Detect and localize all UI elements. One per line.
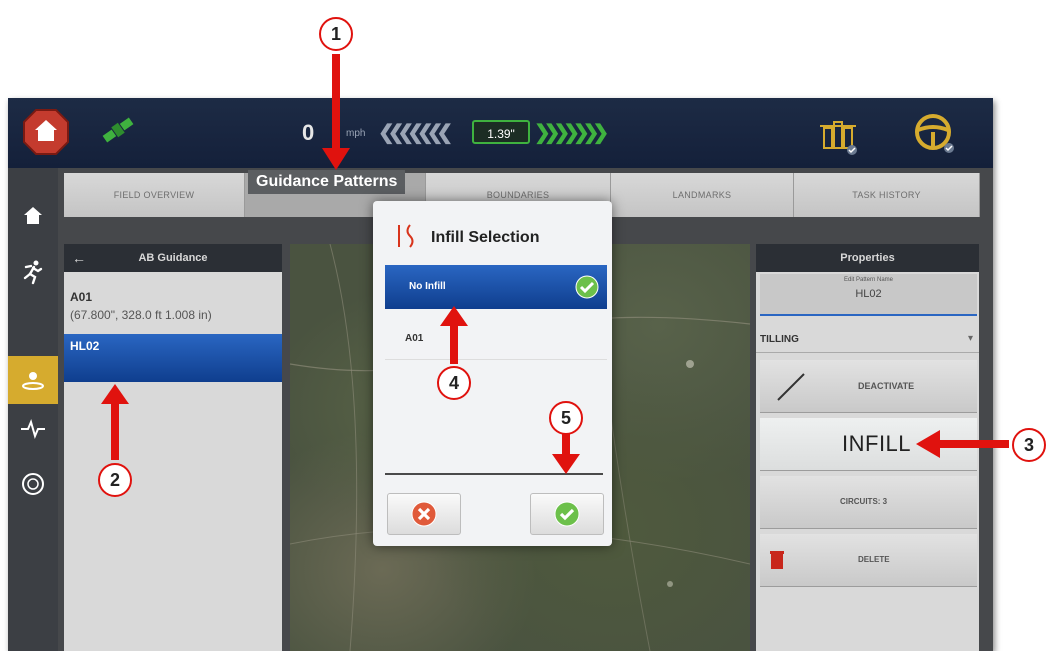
callout-2: 2 <box>98 463 132 497</box>
callout-1: 1 <box>319 17 353 51</box>
callout-5: 5 <box>549 401 583 435</box>
callout-3: 3 <box>1012 428 1046 462</box>
annotation-arrows <box>101 54 1009 474</box>
callout-4: 4 <box>437 366 471 400</box>
